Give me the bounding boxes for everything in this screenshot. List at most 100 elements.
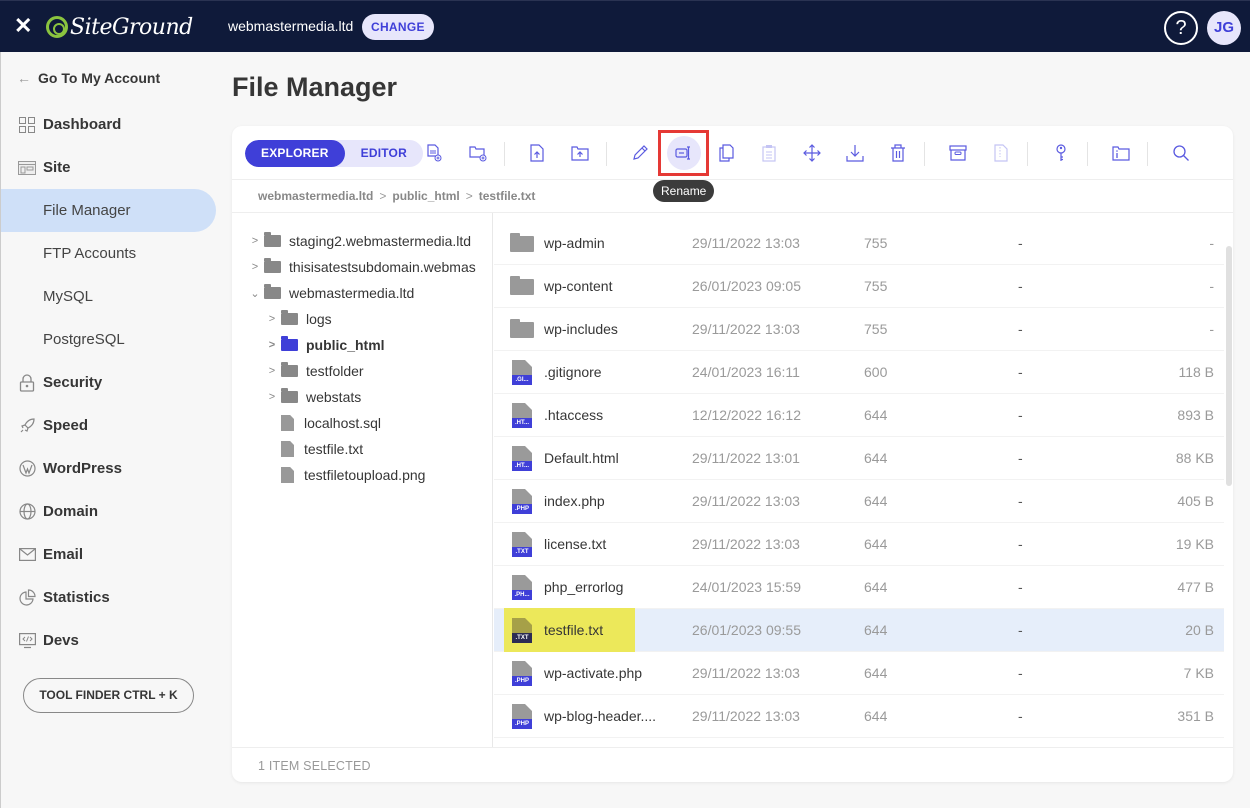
chevron-right-icon[interactable]: >: [267, 391, 277, 403]
tree-item-label: public_html: [306, 337, 385, 353]
close-icon[interactable]: ✕: [14, 14, 34, 38]
file-owner: -: [1018, 708, 1023, 724]
chevron-right-icon[interactable]: >: [250, 261, 260, 273]
file-row[interactable]: .HT... Default.html 29/11/2022 13:01 644 - 88…: [494, 437, 1224, 480]
file-list-scrollbar[interactable]: [1226, 246, 1232, 486]
tab-editor[interactable]: EDITOR: [345, 140, 423, 167]
sidebar-item-devs[interactable]: Devs: [1, 619, 217, 662]
sidebar-item-ftp-accounts[interactable]: FTP Accounts: [1, 232, 217, 275]
tree-item[interactable]: > thisisatestsubdomain.webmas: [250, 256, 476, 278]
archive-button[interactable]: [941, 136, 975, 170]
tab-explorer[interactable]: EXPLORER: [245, 140, 345, 167]
file-name: .gitignore: [544, 364, 602, 380]
chevron-right-icon[interactable]: >: [250, 235, 260, 247]
toolbar-divider: [1027, 142, 1028, 166]
file-size: -: [1209, 235, 1214, 251]
pie-chart-icon: [18, 589, 36, 607]
sidebar-item-email[interactable]: Email: [1, 533, 217, 576]
file-row[interactable]: wp-admin 29/11/2022 13:03 755 - -: [494, 222, 1224, 265]
file-row[interactable]: .HT... .htaccess 12/12/2022 16:12 644 - 893 B: [494, 394, 1224, 437]
siteground-logo[interactable]: SiteGround: [46, 11, 193, 43]
sidebar-item-label: FTP Accounts: [43, 245, 137, 262]
upload-file-button[interactable]: [520, 136, 554, 170]
sidebar-item-label: Security: [43, 374, 103, 391]
sidebar-item-postgresql[interactable]: PostgreSQL: [1, 318, 217, 361]
tree-item-current[interactable]: > public_html: [267, 334, 385, 356]
sidebar-item-label: Speed: [43, 417, 89, 434]
tree-item[interactable]: > webstats: [267, 386, 361, 408]
sidebar-item-dashboard[interactable]: Dashboard: [1, 103, 217, 146]
file-permissions: 600: [864, 364, 888, 380]
file-icon: [281, 441, 294, 457]
tree-item[interactable]: > testfolder: [267, 360, 364, 382]
chevron-right-icon[interactable]: >: [267, 339, 277, 351]
sidebar-item-speed[interactable]: Speed: [1, 404, 217, 447]
tree-item-label: testfiletoupload.png: [304, 467, 426, 483]
file-row-selected[interactable]: .TXT testfile.txt 26/01/2023 09:55 644 - 20 B: [494, 608, 1224, 652]
chevron-right-icon[interactable]: >: [267, 313, 277, 325]
status-bar: 1 ITEM SELECTED: [232, 747, 1233, 782]
sidebar-item-security[interactable]: Security: [1, 361, 217, 404]
file-owner: -: [1018, 536, 1023, 552]
chevron-down-icon[interactable]: ⌄: [250, 287, 260, 300]
edit-button[interactable]: [623, 136, 657, 170]
download-button[interactable]: [838, 136, 872, 170]
file-manager-panel: EXPLORER EDITOR Rename webmastermedia.lt…: [232, 126, 1233, 782]
move-button[interactable]: [795, 136, 829, 170]
file-row[interactable]: .PHP index.php 29/11/2022 13:03 644 - 405 B: [494, 480, 1224, 523]
file-row[interactable]: .PHP wp-blog-header.... 29/11/2022 13:03 64…: [494, 695, 1224, 738]
tool-finder-button[interactable]: TOOL FINDER CTRL + K: [23, 678, 194, 713]
folder-icon: [281, 388, 298, 403]
user-avatar[interactable]: JG: [1207, 11, 1241, 45]
file-row[interactable]: wp-includes 29/11/2022 13:03 755 - -: [494, 308, 1224, 351]
sidebar-item-wordpress[interactable]: WordPress: [1, 447, 217, 490]
toolbar-divider: [924, 142, 925, 166]
extract-button[interactable]: [984, 136, 1018, 170]
paste-button[interactable]: [752, 136, 786, 170]
file-row[interactable]: .GI... .gitignore 24/01/2023 16:11 600 - 118 …: [494, 351, 1224, 394]
tree-item[interactable]: testfile.txt: [281, 438, 363, 460]
tree-item[interactable]: > logs: [267, 308, 332, 330]
upload-folder-button[interactable]: [563, 136, 597, 170]
upload-folder-icon: [571, 146, 589, 161]
file-row[interactable]: [494, 738, 1224, 747]
file-row[interactable]: .PH... php_errorlog 24/01/2023 15:59 644 - 47…: [494, 566, 1224, 609]
tree-item[interactable]: > staging2.webmastermedia.ltd: [250, 230, 471, 252]
breadcrumb-item[interactable]: public_html: [392, 189, 459, 203]
delete-button[interactable]: [881, 136, 915, 170]
permissions-button[interactable]: [1044, 136, 1078, 170]
sidebar-item-file-manager[interactable]: File Manager: [1, 189, 216, 232]
file-row[interactable]: wp-content 26/01/2023 09:05 755 - -: [494, 265, 1224, 308]
file-row[interactable]: .PHP wp-activate.php 29/11/2022 13:03 644 - 7…: [494, 652, 1224, 695]
file-permissions: 755: [864, 278, 888, 294]
copy-button[interactable]: [710, 136, 744, 170]
sidebar-item-domain[interactable]: Domain: [1, 490, 217, 533]
new-file-button[interactable]: [417, 136, 451, 170]
chevron-right-icon[interactable]: >: [267, 365, 277, 377]
sidebar-item-site[interactable]: Site: [1, 146, 217, 189]
toolbar-divider: [1147, 142, 1148, 166]
file-modified: 29/11/2022 13:03: [692, 321, 800, 337]
sidebar-item-statistics[interactable]: Statistics: [1, 576, 217, 619]
tree-item[interactable]: ⌄ webmastermedia.ltd: [250, 282, 414, 304]
breadcrumb-item[interactable]: testfile.txt: [479, 189, 536, 203]
zip-file-icon: [994, 144, 1008, 162]
tree-item[interactable]: localhost.sql: [281, 412, 381, 434]
breadcrumb-item[interactable]: webmastermedia.ltd: [258, 189, 373, 203]
go-to-my-account-link[interactable]: ← Go To My Account: [17, 70, 160, 86]
lock-icon: [18, 373, 36, 392]
help-icon[interactable]: ?: [1164, 11, 1198, 45]
sidebar-item-label: WordPress: [43, 460, 122, 477]
new-folder-button[interactable]: [461, 136, 495, 170]
file-row[interactable]: .TXT license.txt 29/11/2022 13:03 644 - 19 KB: [494, 523, 1224, 566]
back-link-label: Go To My Account: [38, 70, 161, 86]
sidebar-item-label: Devs: [43, 632, 79, 649]
search-button[interactable]: [1164, 136, 1198, 170]
change-site-button[interactable]: CHANGE: [362, 14, 434, 40]
sidebar-item-mysql[interactable]: MySQL: [1, 275, 217, 318]
folder-info-button[interactable]: [1104, 136, 1138, 170]
wordpress-icon: [18, 460, 36, 478]
file-name: Default.html: [544, 450, 619, 466]
file-permissions: 755: [864, 235, 888, 251]
tree-item[interactable]: testfiletoupload.png: [281, 464, 425, 486]
